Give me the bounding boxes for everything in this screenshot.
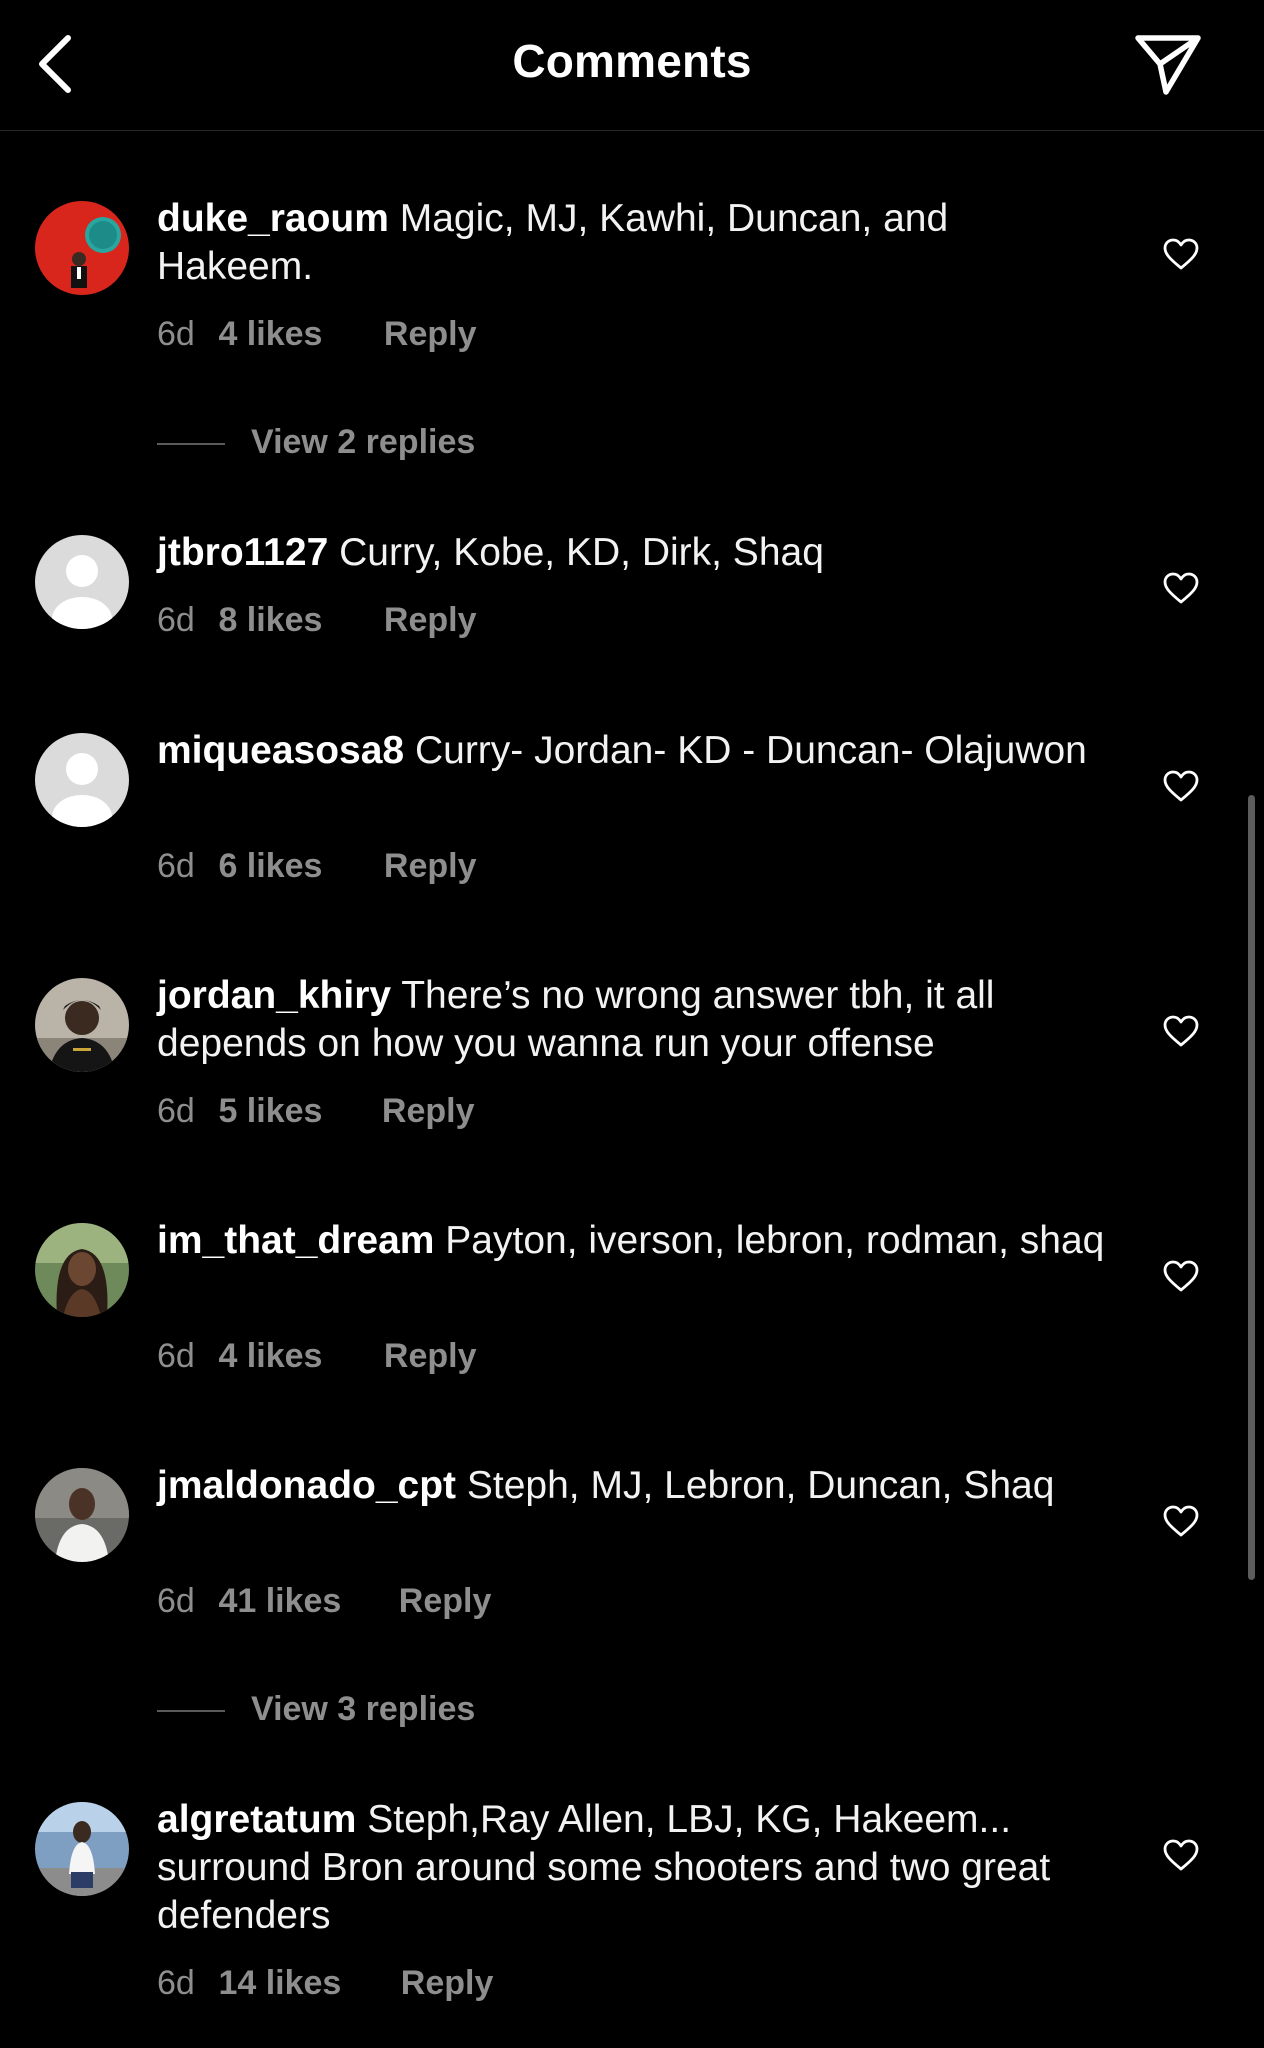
reply-button[interactable]: Reply: [384, 315, 477, 354]
avatar[interactable]: [35, 978, 129, 1072]
comment-body: jmaldonado_cpt Steph, MJ, Lebron, Duncan…: [157, 1462, 1107, 1510]
comment-username[interactable]: jtbro1127: [157, 531, 328, 574]
comment-age: 6d: [157, 847, 195, 885]
default-avatar-icon: [35, 733, 129, 827]
comment-likes[interactable]: 41 likes: [218, 1582, 341, 1621]
comment-age: 6d: [157, 1092, 195, 1130]
comment-meta: 6d 5 likes Reply: [157, 1092, 474, 1131]
heart-icon[interactable]: [1162, 237, 1200, 271]
heart-icon[interactable]: [1162, 1504, 1200, 1538]
comment-age: 6d: [157, 1964, 195, 2002]
comment-body: algretatum Steph,Ray Allen, LBJ, KG, Hak…: [157, 1796, 1107, 1940]
reply-button[interactable]: Reply: [382, 1092, 475, 1131]
heart-icon[interactable]: [1162, 1014, 1200, 1048]
comment-likes[interactable]: 6 likes: [218, 847, 322, 886]
comment-body: jtbro1127 Curry, Kobe, KD, Dirk, Shaq: [157, 529, 1107, 577]
paper-plane-icon: [1135, 35, 1201, 95]
comment-age: 6d: [157, 315, 195, 353]
avatar[interactable]: [35, 535, 129, 629]
comment-meta: 6d 4 likes Reply: [157, 315, 476, 354]
comment-text: Curry, Kobe, KD, Dirk, Shaq: [339, 531, 824, 574]
comment-age: 6d: [157, 1582, 195, 1620]
view-replies-label: View 2 replies: [251, 423, 476, 461]
scrollbar[interactable]: [1248, 795, 1255, 1580]
comment-username[interactable]: miqueasosa8: [157, 729, 404, 772]
comment-username[interactable]: algretatum: [157, 1798, 356, 1841]
comment-body: miqueasosa8 Curry- Jordan- KD - Duncan- …: [157, 727, 1107, 775]
replies-divider: [157, 1710, 225, 1713]
comment-meta: 6d 14 likes Reply: [157, 1964, 493, 2003]
comment-text: Curry- Jordan- KD - Duncan- Olajuwon: [414, 729, 1087, 772]
reply-button[interactable]: Reply: [384, 847, 477, 886]
comment-text: Steph, MJ, Lebron, Duncan, Shaq: [466, 1464, 1055, 1507]
comment-meta: 6d 8 likes Reply: [157, 601, 476, 640]
reply-button[interactable]: Reply: [384, 1337, 477, 1376]
comment-likes[interactable]: 14 likes: [218, 1964, 341, 2003]
comment-meta: 6d 41 likes Reply: [157, 1582, 491, 1621]
avatar[interactable]: [35, 733, 129, 827]
reply-button[interactable]: Reply: [401, 1964, 494, 2003]
reply-button[interactable]: Reply: [384, 601, 477, 640]
comment-username[interactable]: jordan_khiry: [157, 974, 391, 1017]
avatar[interactable]: [35, 1223, 129, 1317]
avatar[interactable]: [35, 201, 129, 295]
comment-likes[interactable]: 5 likes: [218, 1092, 322, 1131]
comment-username[interactable]: jmaldonado_cpt: [157, 1464, 456, 1507]
reply-button[interactable]: Reply: [399, 1582, 492, 1621]
comment-meta: 6d 6 likes Reply: [157, 847, 476, 886]
comment-body: jordan_khiry There’s no wrong answer tbh…: [157, 972, 1107, 1068]
comment-username[interactable]: im_that_dream: [157, 1219, 434, 1262]
comment-likes[interactable]: 8 likes: [218, 601, 322, 640]
replies-divider: [157, 443, 225, 446]
view-replies-button[interactable]: View 3 replies: [157, 1690, 475, 1730]
page-title: Comments: [512, 35, 752, 87]
comment-username[interactable]: duke_raoum: [157, 197, 389, 240]
comment-likes[interactable]: 4 likes: [218, 315, 322, 354]
comment-meta: 6d 4 likes Reply: [157, 1337, 476, 1376]
heart-icon[interactable]: [1162, 1838, 1200, 1872]
view-replies-label: View 3 replies: [251, 1690, 476, 1728]
comment-likes[interactable]: 4 likes: [218, 1337, 322, 1376]
comment-body: duke_raoum Magic, MJ, Kawhi, Duncan, and…: [157, 195, 1107, 291]
share-button[interactable]: [1132, 30, 1204, 98]
heart-icon[interactable]: [1162, 571, 1200, 605]
comment-text: Payton, iverson, lebron, rodman, shaq: [445, 1219, 1105, 1262]
comment-age: 6d: [157, 1337, 195, 1375]
header-bar: Comments: [0, 0, 1264, 131]
view-replies-button[interactable]: View 2 replies: [157, 423, 475, 463]
default-avatar-icon: [35, 535, 129, 629]
heart-icon[interactable]: [1162, 1259, 1200, 1293]
avatar[interactable]: [35, 1802, 129, 1896]
comment-body: im_that_dream Payton, iverson, lebron, r…: [157, 1217, 1107, 1265]
heart-icon[interactable]: [1162, 769, 1200, 803]
comment-age: 6d: [157, 601, 195, 639]
avatar[interactable]: [35, 1468, 129, 1562]
